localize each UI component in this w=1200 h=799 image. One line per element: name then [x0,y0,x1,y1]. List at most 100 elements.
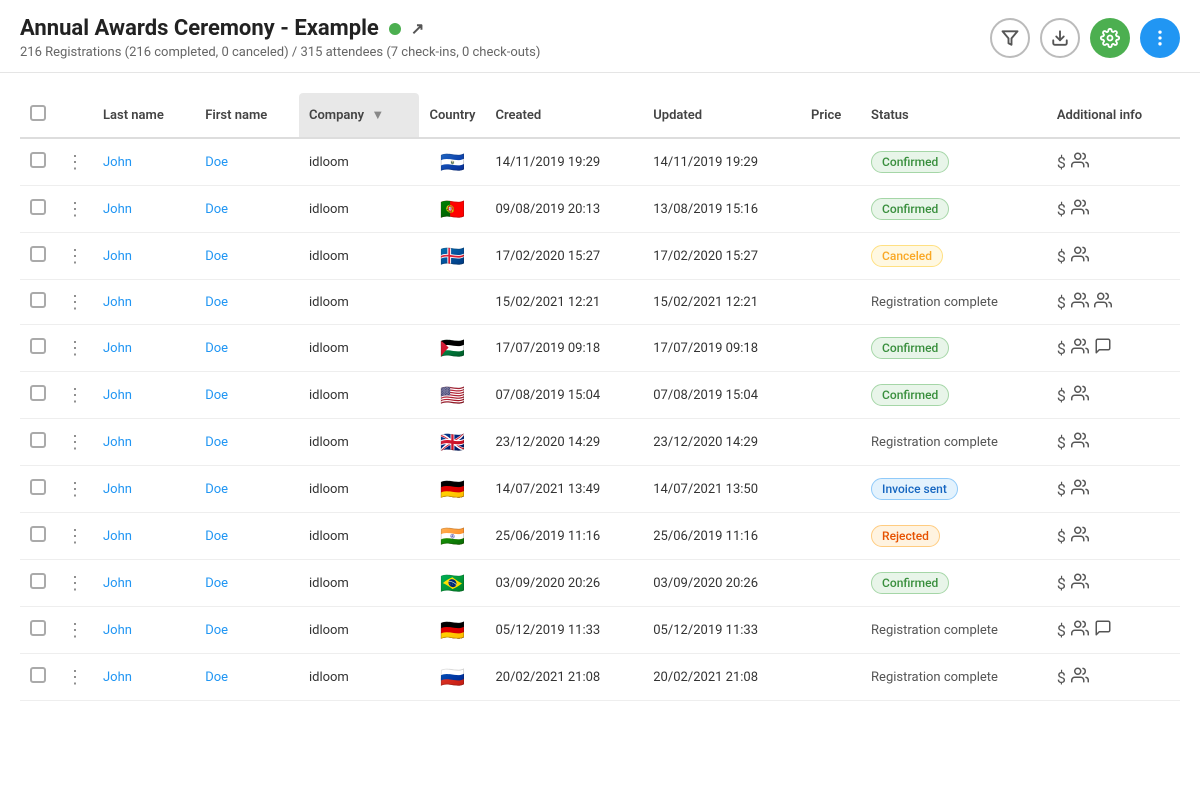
col-updated[interactable]: Updated [643,93,801,138]
row-first-name[interactable]: Doe [195,419,299,466]
last-name-link[interactable]: John [103,295,132,310]
row-first-name[interactable]: Doe [195,280,299,325]
row-menu-dots[interactable]: ⋮ [66,667,83,688]
row-menu-dots[interactable]: ⋮ [66,479,83,500]
people-icon[interactable] [1094,291,1112,313]
row-last-name[interactable]: John [93,419,195,466]
row-menu-dots[interactable]: ⋮ [66,199,83,220]
people-icon[interactable] [1071,198,1089,220]
more-button[interactable] [1140,18,1180,58]
dollar-icon[interactable]: $ [1057,293,1066,312]
row-first-name[interactable]: Doe [195,233,299,280]
people-icon[interactable] [1071,666,1089,688]
last-name-link[interactable]: John [103,435,132,450]
row-last-name[interactable]: John [93,513,195,560]
row-checkbox[interactable] [30,338,46,354]
row-checkbox[interactable] [30,432,46,448]
first-name-link[interactable]: Doe [205,482,228,497]
row-menu-cell[interactable]: ⋮ [56,607,93,654]
first-name-link[interactable]: Doe [205,435,228,450]
chat-icon[interactable] [1094,619,1112,641]
row-menu-cell[interactable]: ⋮ [56,186,93,233]
row-menu-cell[interactable]: ⋮ [56,280,93,325]
last-name-link[interactable]: John [103,576,132,591]
select-all-header[interactable] [20,93,56,138]
row-last-name[interactable]: John [93,138,195,186]
first-name-link[interactable]: Doe [205,388,228,403]
row-first-name[interactable]: Doe [195,186,299,233]
row-menu-cell[interactable]: ⋮ [56,654,93,701]
col-status[interactable]: Status [861,93,1047,138]
row-first-name[interactable]: Doe [195,654,299,701]
first-name-link[interactable]: Doe [205,623,228,638]
row-menu-dots[interactable]: ⋮ [66,338,83,359]
row-checkbox-cell[interactable] [20,466,56,513]
row-checkbox[interactable] [30,246,46,262]
people-icon[interactable] [1071,245,1089,267]
row-checkbox[interactable] [30,152,46,168]
people-icon[interactable] [1071,525,1089,547]
row-menu-cell[interactable]: ⋮ [56,466,93,513]
first-name-link[interactable]: Doe [205,202,228,217]
last-name-link[interactable]: John [103,623,132,638]
dollar-icon[interactable]: $ [1057,153,1066,172]
row-menu-dots[interactable]: ⋮ [66,620,83,641]
row-checkbox-cell[interactable] [20,372,56,419]
row-menu-dots[interactable]: ⋮ [66,246,83,267]
row-last-name[interactable]: John [93,325,195,372]
row-checkbox-cell[interactable] [20,654,56,701]
settings-button[interactable] [1090,18,1130,58]
first-name-link[interactable]: Doe [205,249,228,264]
external-link-icon[interactable]: ↗ [411,19,424,38]
row-menu-cell[interactable]: ⋮ [56,372,93,419]
row-checkbox[interactable] [30,573,46,589]
col-created[interactable]: Created [485,93,643,138]
row-first-name[interactable]: Doe [195,513,299,560]
last-name-link[interactable]: John [103,202,132,217]
row-checkbox-cell[interactable] [20,233,56,280]
row-menu-cell[interactable]: ⋮ [56,419,93,466]
last-name-link[interactable]: John [103,155,132,170]
first-name-link[interactable]: Doe [205,295,228,310]
row-last-name[interactable]: John [93,280,195,325]
row-first-name[interactable]: Doe [195,466,299,513]
dollar-icon[interactable]: $ [1057,621,1066,640]
row-last-name[interactable]: John [93,607,195,654]
people-group-icon[interactable] [1071,291,1089,313]
row-menu-dots[interactable]: ⋮ [66,573,83,594]
row-last-name[interactable]: John [93,186,195,233]
people-icon[interactable] [1071,151,1089,173]
row-menu-dots[interactable]: ⋮ [66,292,83,313]
row-menu-dots[interactable]: ⋮ [66,385,83,406]
dollar-icon[interactable]: $ [1057,527,1066,546]
row-menu-cell[interactable]: ⋮ [56,325,93,372]
row-menu-cell[interactable]: ⋮ [56,513,93,560]
row-menu-dots[interactable]: ⋮ [66,526,83,547]
first-name-link[interactable]: Doe [205,670,228,685]
row-checkbox-cell[interactable] [20,607,56,654]
people-icon[interactable] [1071,572,1089,594]
dollar-icon[interactable]: $ [1057,668,1066,687]
dollar-icon[interactable]: $ [1057,339,1066,358]
last-name-link[interactable]: John [103,529,132,544]
row-checkbox[interactable] [30,479,46,495]
row-first-name[interactable]: Doe [195,325,299,372]
row-checkbox[interactable] [30,199,46,215]
row-checkbox[interactable] [30,292,46,308]
dollar-icon[interactable]: $ [1057,386,1066,405]
row-last-name[interactable]: John [93,233,195,280]
row-last-name[interactable]: John [93,654,195,701]
row-checkbox-cell[interactable] [20,513,56,560]
row-checkbox-cell[interactable] [20,560,56,607]
row-first-name[interactable]: Doe [195,138,299,186]
row-menu-cell[interactable]: ⋮ [56,138,93,186]
people-icon[interactable] [1071,384,1089,406]
chat-icon[interactable] [1094,337,1112,359]
people-icon[interactable] [1071,478,1089,500]
row-checkbox[interactable] [30,667,46,683]
first-name-link[interactable]: Doe [205,341,228,356]
export-button[interactable] [1040,18,1080,58]
row-checkbox[interactable] [30,620,46,636]
row-menu-dots[interactable]: ⋮ [66,432,83,453]
first-name-link[interactable]: Doe [205,529,228,544]
